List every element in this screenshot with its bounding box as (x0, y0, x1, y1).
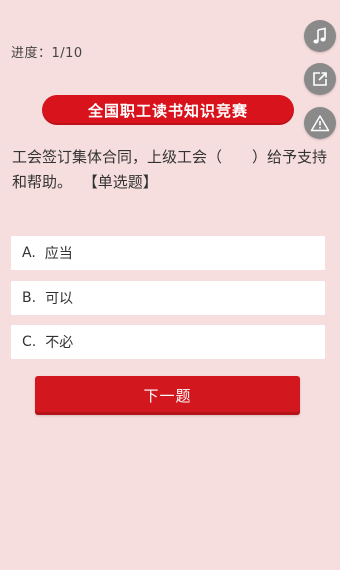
next-question-label: 下一题 (143, 387, 192, 405)
option-text: 可以 (45, 291, 74, 307)
option-a[interactable]: A. 应当 (11, 236, 325, 270)
progress-indicator: 进度：1/10 (11, 46, 83, 61)
music-button[interactable] (304, 20, 336, 52)
option-letter: A. (22, 245, 36, 261)
warning-icon (310, 114, 330, 132)
quiz-title-banner: 全国职工读书知识竞赛 (42, 95, 294, 125)
quiz-page: { "progress": { "text": "进度：1/10" }, "ti… (0, 0, 340, 570)
question-block: 工会签订集体合同，上级工会（ ）给予支持和帮助。 【单选题】 (12, 145, 330, 195)
share-icon (311, 70, 329, 88)
option-text: 应当 (44, 246, 73, 262)
next-question-button[interactable]: 下一题 (35, 376, 300, 415)
option-c[interactable]: C. 不必 (11, 325, 325, 359)
option-text: 不必 (45, 335, 74, 351)
music-note-icon (311, 27, 329, 45)
quiz-title: 全国职工读书知识竞赛 (87, 101, 248, 120)
share-button[interactable] (304, 63, 336, 95)
question-text: 工会签订集体合同，上级工会（ ）给予支持和帮助。 (12, 148, 328, 191)
option-letter: C. (22, 334, 37, 350)
option-letter: B. (22, 290, 37, 306)
question-type-tag: 【单选题】 (82, 173, 158, 191)
option-b[interactable]: B. 可以 (11, 281, 325, 315)
report-button[interactable] (304, 107, 336, 139)
